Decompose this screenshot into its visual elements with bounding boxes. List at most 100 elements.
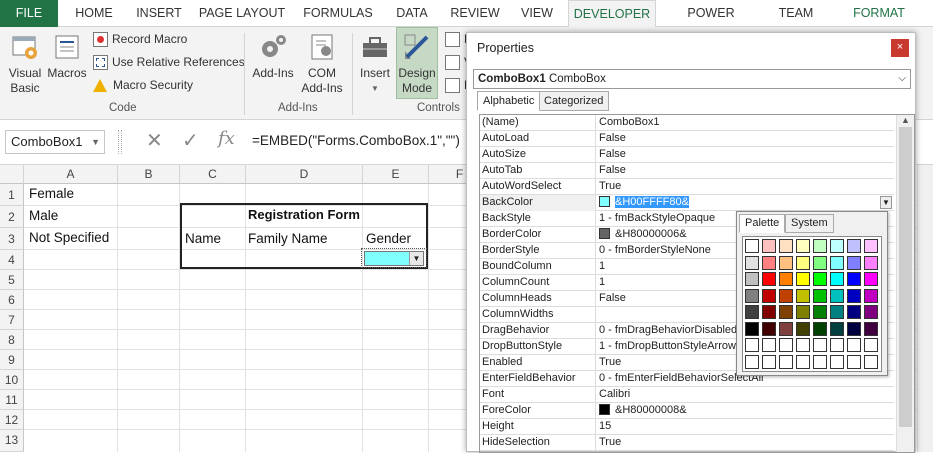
color-cell[interactable] bbox=[864, 354, 878, 369]
color-cell[interactable] bbox=[762, 288, 776, 303]
property-row[interactable]: Height 15 bbox=[480, 419, 894, 435]
tab-file[interactable]: FILE bbox=[0, 0, 58, 27]
color-cell[interactable] bbox=[762, 338, 776, 352]
insert-control-button[interactable]: Insert ▼ bbox=[356, 31, 394, 96]
color-cell[interactable] bbox=[745, 321, 759, 336]
property-row[interactable]: ForeColor &H80000008& bbox=[480, 403, 894, 419]
property-value[interactable]: 15 bbox=[596, 419, 894, 435]
row-header[interactable]: 7 bbox=[0, 310, 24, 330]
row-header[interactable]: 13 bbox=[0, 430, 24, 452]
color-cell[interactable] bbox=[813, 272, 827, 286]
color-cell[interactable] bbox=[796, 354, 810, 369]
scroll-up-icon[interactable]: ▲ bbox=[897, 115, 914, 125]
color-cell[interactable] bbox=[864, 305, 878, 319]
color-cell[interactable] bbox=[779, 272, 793, 286]
color-cell[interactable] bbox=[796, 255, 810, 270]
row-header[interactable]: 10 bbox=[0, 370, 24, 390]
column-header[interactable]: C bbox=[180, 165, 246, 184]
color-cell[interactable] bbox=[847, 272, 861, 286]
property-value[interactable]: False bbox=[596, 147, 894, 163]
color-cell[interactable] bbox=[830, 288, 844, 303]
object-selector[interactable]: ComboBox1 ComboBox ⌵ bbox=[473, 69, 911, 89]
color-cell[interactable] bbox=[762, 354, 776, 369]
tab-review[interactable]: REVIEW bbox=[446, 0, 504, 27]
property-row[interactable]: HideSelection True bbox=[480, 435, 894, 451]
color-cell[interactable] bbox=[830, 354, 844, 369]
color-cell[interactable] bbox=[830, 338, 844, 352]
color-cell[interactable] bbox=[830, 305, 844, 319]
row-header[interactable]: 9 bbox=[0, 350, 24, 370]
insert-function-button[interactable]: fx bbox=[218, 128, 235, 149]
add-ins-button[interactable]: Add-Ins bbox=[250, 31, 296, 81]
property-value[interactable]: True bbox=[596, 435, 894, 451]
row-header[interactable]: 1 bbox=[0, 184, 24, 206]
design-mode-button[interactable]: Design Mode bbox=[396, 27, 438, 99]
tab-team[interactable]: TEAM bbox=[768, 0, 824, 27]
relative-references-button[interactable]: Use Relative References bbox=[93, 52, 245, 72]
column-header[interactable]: B bbox=[118, 165, 180, 184]
color-cell[interactable] bbox=[745, 305, 759, 319]
tab-view[interactable]: VIEW bbox=[514, 0, 560, 27]
color-cell[interactable] bbox=[796, 321, 810, 336]
cell-c3[interactable]: Name bbox=[185, 231, 221, 246]
row-header[interactable]: 12 bbox=[0, 410, 24, 430]
property-value[interactable]: False bbox=[596, 163, 894, 179]
tab-data[interactable]: DATA bbox=[388, 0, 436, 27]
column-header[interactable]: A bbox=[24, 165, 118, 184]
record-macro-button[interactable]: Record Macro bbox=[93, 29, 187, 49]
color-cell[interactable] bbox=[745, 338, 759, 352]
color-cell[interactable] bbox=[830, 321, 844, 336]
color-cell[interactable] bbox=[830, 239, 844, 253]
property-row[interactable]: AutoSize False bbox=[480, 147, 894, 163]
tab-system[interactable]: System bbox=[785, 214, 834, 233]
color-cell[interactable] bbox=[847, 305, 861, 319]
color-cell[interactable] bbox=[762, 305, 776, 319]
color-cell[interactable] bbox=[813, 255, 827, 270]
row-header[interactable]: 6 bbox=[0, 290, 24, 310]
color-cell[interactable] bbox=[864, 272, 878, 286]
color-cell[interactable] bbox=[762, 239, 776, 253]
tab-page-layout[interactable]: PAGE LAYOUT bbox=[196, 0, 288, 27]
color-cell[interactable] bbox=[762, 255, 776, 270]
color-cell[interactable] bbox=[847, 255, 861, 270]
visual-basic-button[interactable]: Visual Basic bbox=[4, 31, 46, 96]
property-row[interactable]: AutoLoad False bbox=[480, 131, 894, 147]
property-value[interactable]: &H80000008& bbox=[596, 403, 894, 419]
property-value[interactable]: False bbox=[596, 131, 894, 147]
property-value[interactable]: &H00FFFF80& ▼ bbox=[596, 195, 894, 211]
color-cell[interactable] bbox=[779, 288, 793, 303]
cell-a3[interactable]: Not Specified bbox=[29, 230, 109, 245]
color-cell[interactable] bbox=[864, 321, 878, 336]
gender-combobox[interactable]: ▼ bbox=[364, 251, 424, 266]
color-cell[interactable] bbox=[779, 321, 793, 336]
color-cell[interactable] bbox=[796, 288, 810, 303]
combobox-dropdown-icon[interactable]: ▼ bbox=[409, 252, 423, 265]
tab-power-query[interactable]: POWER QUERY bbox=[664, 0, 758, 46]
color-cell[interactable] bbox=[745, 354, 759, 369]
tab-format[interactable]: FORMAT bbox=[842, 0, 916, 27]
color-cell[interactable] bbox=[813, 321, 827, 336]
color-cell[interactable] bbox=[796, 272, 810, 286]
color-cell[interactable] bbox=[779, 354, 793, 369]
color-cell[interactable] bbox=[847, 321, 861, 336]
color-cell[interactable] bbox=[813, 288, 827, 303]
property-row[interactable]: (Name) ComboBox1 bbox=[480, 115, 894, 131]
color-cell[interactable] bbox=[745, 255, 759, 270]
color-cell[interactable] bbox=[762, 272, 776, 286]
color-cell[interactable] bbox=[847, 354, 861, 369]
property-row[interactable]: BackColor &H00FFFF80& ▼ bbox=[480, 195, 894, 211]
color-cell[interactable] bbox=[847, 239, 861, 253]
color-cell[interactable] bbox=[864, 255, 878, 270]
cell-d3[interactable]: Family Name bbox=[248, 231, 328, 246]
cell-a2[interactable]: Male bbox=[29, 208, 58, 223]
row-header[interactable]: 11 bbox=[0, 390, 24, 410]
row-header[interactable]: 8 bbox=[0, 330, 24, 350]
color-cell[interactable] bbox=[796, 239, 810, 253]
cancel-icon[interactable]: ✕ bbox=[146, 128, 163, 153]
color-cell[interactable] bbox=[762, 321, 776, 336]
cell-e3[interactable]: Gender bbox=[366, 231, 411, 246]
color-cell[interactable] bbox=[796, 338, 810, 352]
color-cell[interactable] bbox=[796, 305, 810, 319]
color-cell[interactable] bbox=[813, 338, 827, 352]
color-cell[interactable] bbox=[847, 288, 861, 303]
